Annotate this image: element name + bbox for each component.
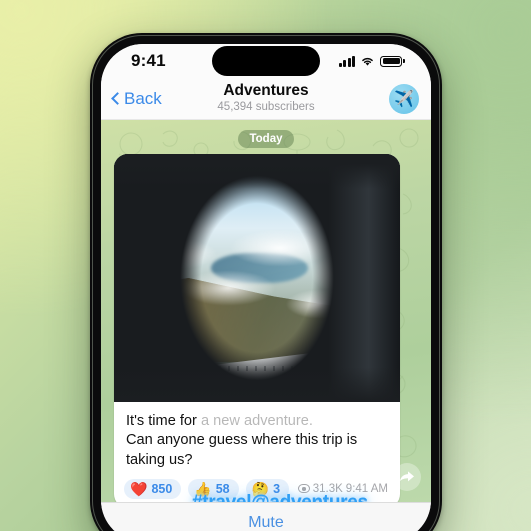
mute-bar[interactable]: Mute — [101, 502, 431, 531]
share-arrow-icon — [400, 471, 414, 482]
message-photo[interactable] — [114, 154, 400, 402]
chevron-left-icon — [111, 92, 124, 105]
photo-window-top-frame — [114, 154, 400, 402]
status-bar-clock: 9:41 — [131, 51, 166, 70]
chat-message-area: Today #travel@adventures It's time for a… — [101, 120, 431, 502]
message-text-line-1-faded: a new adventure. — [196, 413, 313, 429]
message-text-line-3: taking us? — [126, 451, 193, 468]
channel-avatar[interactable]: ✈️ — [389, 83, 419, 114]
battery-full-icon — [380, 55, 405, 67]
wifi-icon — [362, 57, 374, 66]
dynamic-island — [212, 46, 320, 76]
status-bar: 9:41 — [101, 44, 431, 78]
back-button[interactable]: Back — [109, 89, 162, 109]
status-bar-indicators — [338, 55, 405, 67]
share-button[interactable] — [393, 463, 421, 491]
message-text-line-2: Can anyone guess where this trip is — [126, 432, 358, 449]
heart-reaction-emoji: ❤️ — [130, 480, 148, 497]
channel-message-bubble[interactable]: #travel@adventures It's time for a new a… — [114, 154, 400, 502]
date-divider-row: Today — [101, 120, 431, 148]
mute-button-label: Mute — [248, 513, 284, 531]
phone-screen: 9:41 Back Adventures 45,394 subscribers … — [101, 44, 431, 531]
overlay-hashtag-text: #travel@adventures — [192, 492, 368, 502]
message-text: It's time for a new adventure. Can anyon… — [114, 402, 400, 472]
chat-nav-bar: Back Adventures 45,394 subscribers ✈️ — [101, 78, 431, 120]
phone-device-frame: 9:41 Back Adventures 45,394 subscribers … — [90, 33, 442, 531]
heart-reaction-count: 850 — [151, 481, 173, 496]
date-divider: Today — [238, 130, 294, 148]
cellular-bars-icon — [338, 55, 356, 67]
heart-reaction[interactable]: ❤️ 850 — [124, 478, 182, 499]
back-button-label: Back — [124, 88, 162, 108]
airplane-emoji-avatar-glyph: ✈️ — [394, 90, 414, 108]
message-text-line-1: It's time for — [126, 413, 197, 429]
